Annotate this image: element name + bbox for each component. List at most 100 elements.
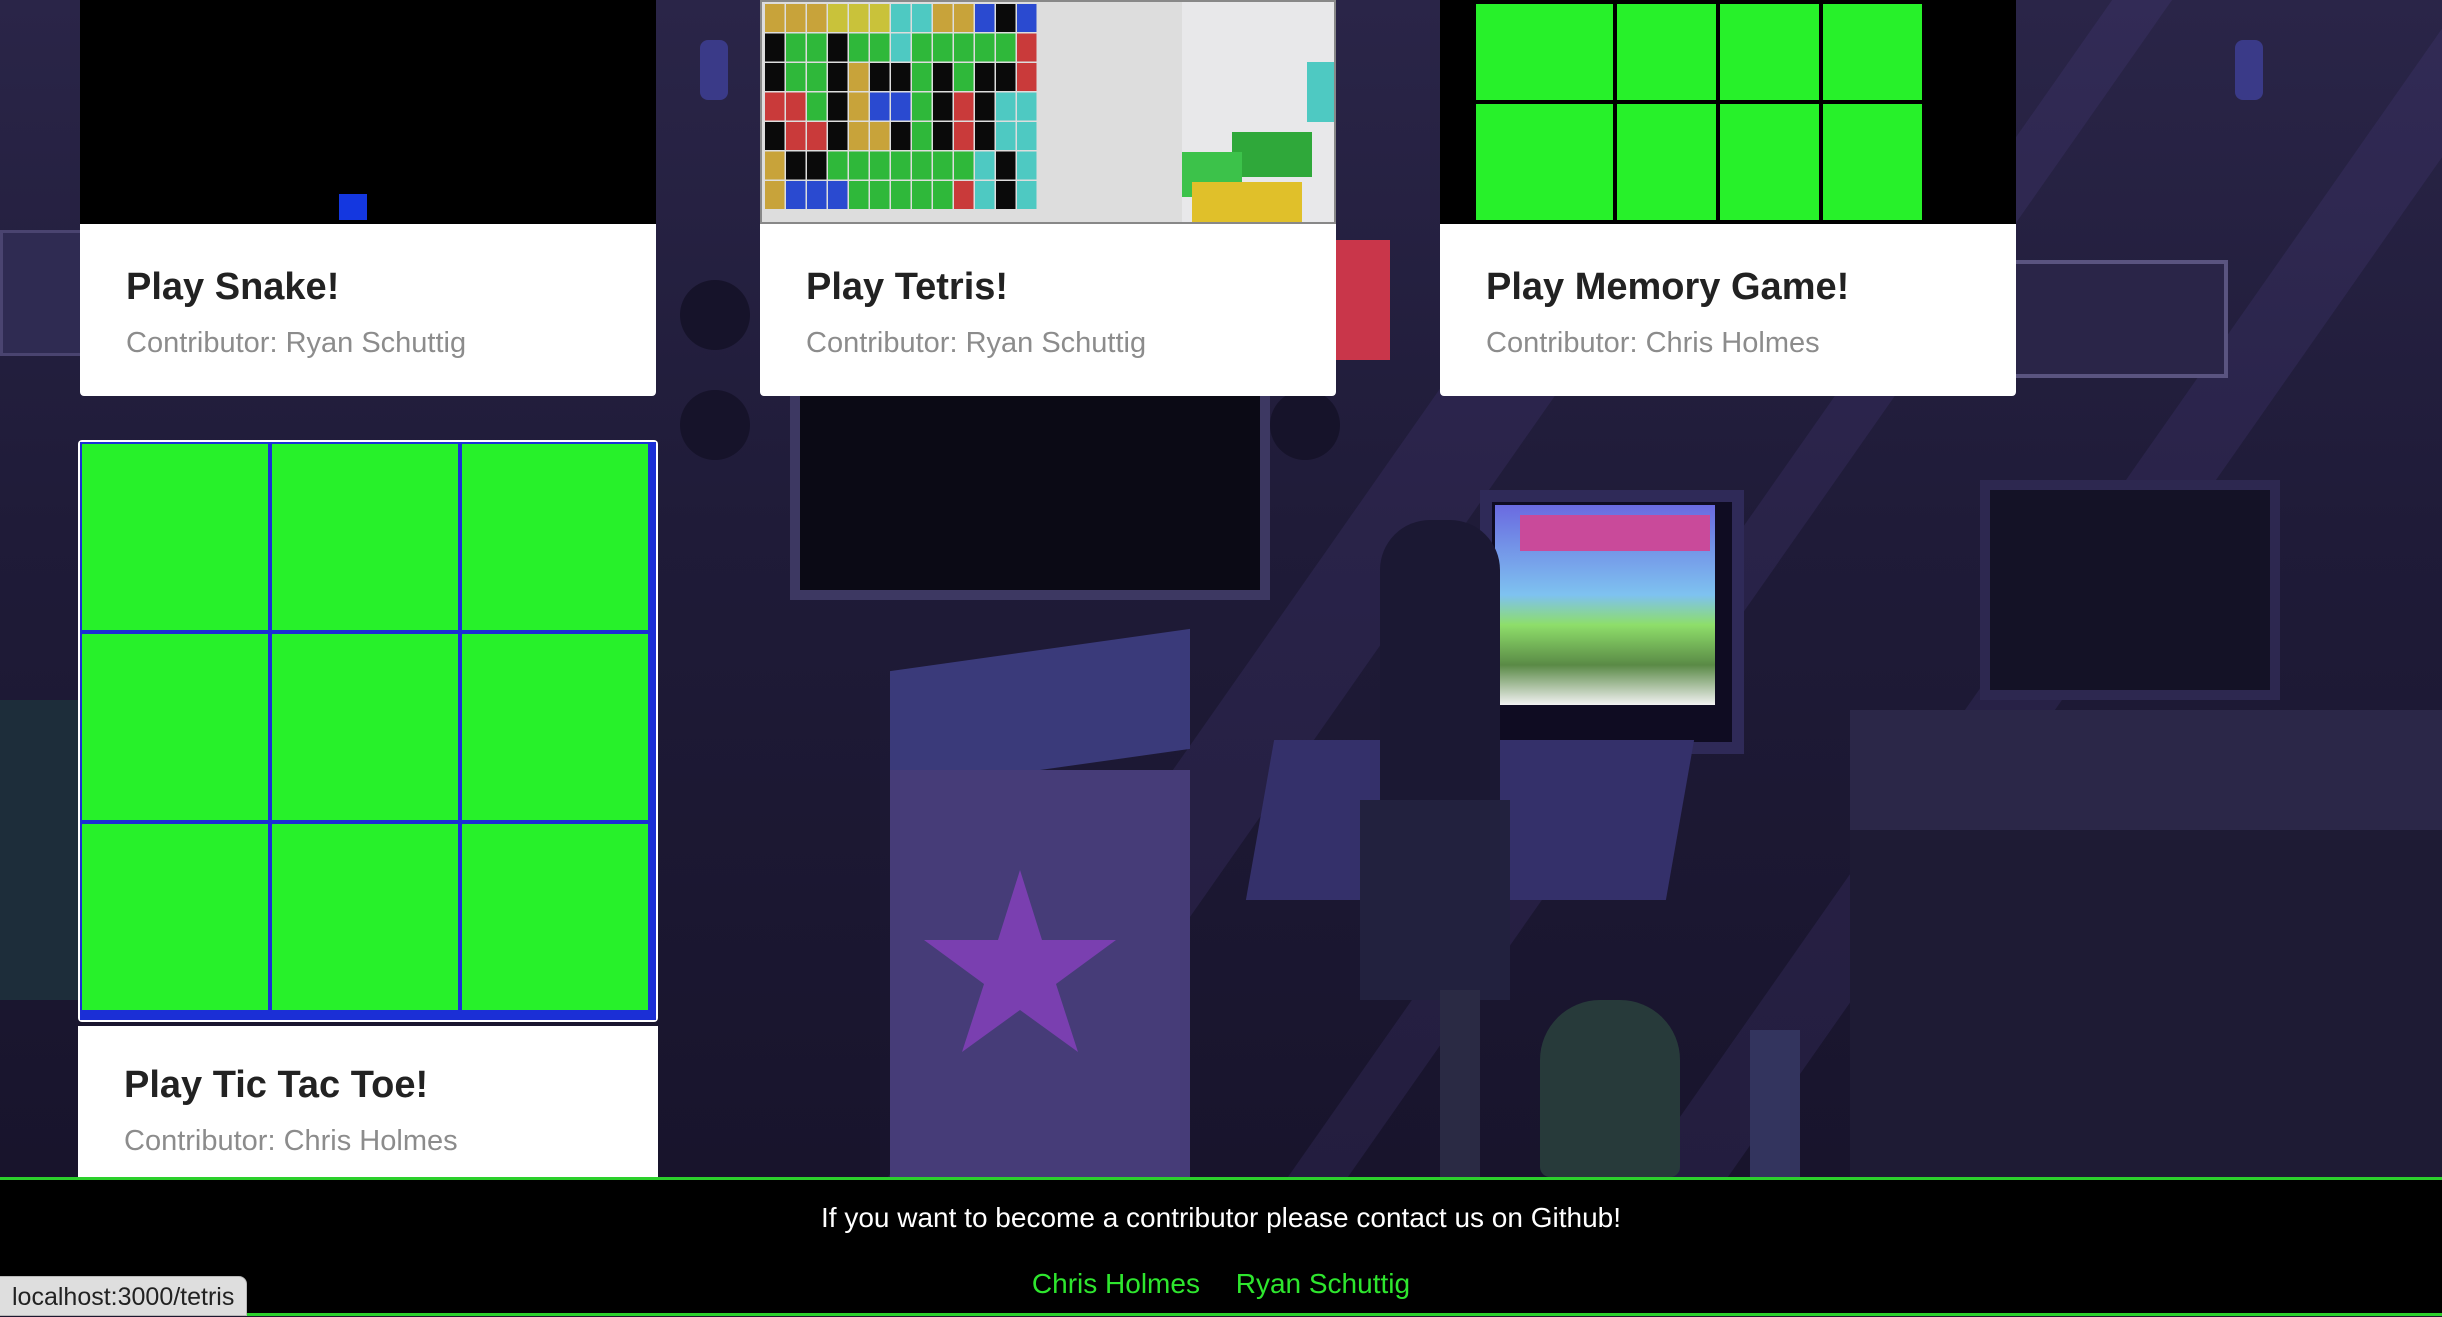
tetris-block [765, 4, 785, 32]
contributor-message: If you want to become a contributor plea… [820, 1202, 1622, 1233]
card-contributor: Contributor: Ryan Schuttig [806, 327, 1147, 359]
tetris-block [765, 33, 785, 62]
memory-grid [1476, 4, 1922, 220]
tictactoe-cell[interactable] [82, 824, 268, 1010]
memory-thumbnail [1440, 0, 2016, 224]
tictactoe-cell[interactable] [82, 444, 268, 630]
tictactoe-cell[interactable] [462, 444, 648, 630]
footer-link-chris-holmes[interactable]: Chris Holmes [1032, 1268, 1200, 1299]
tetris-block [849, 63, 869, 91]
tetris-block [870, 181, 890, 209]
tetris-block [954, 122, 974, 150]
tetris-block [849, 122, 869, 150]
tetris-block [933, 63, 953, 91]
link-preview-status: localhost:3000/tetris [0, 1276, 248, 1316]
tetris-block [912, 4, 932, 32]
tetris-block [933, 4, 953, 32]
tetris-block [891, 122, 911, 150]
tetris-block [933, 151, 953, 180]
tictactoe-cell[interactable] [82, 634, 268, 820]
tetris-block [996, 181, 1016, 209]
memory-game-card[interactable]: Play Memory Game! Contributor: Chris Hol… [1440, 0, 2016, 396]
footer-links: Chris Holmes Ryan Schuttig [0, 1268, 2442, 1300]
tetris-block [912, 92, 932, 121]
tetris-block [765, 92, 785, 121]
tetris-block [786, 151, 806, 180]
tetris-block [828, 33, 848, 62]
tetris-block [765, 63, 785, 91]
tetris-block [996, 92, 1016, 121]
tictactoe-cell[interactable] [272, 824, 458, 1010]
tetris-3d-block [1192, 182, 1302, 222]
card-contributor: Contributor: Chris Holmes [1486, 327, 1820, 359]
tetris-block [849, 181, 869, 209]
tetris-block [870, 92, 890, 121]
tetris-block [807, 4, 827, 32]
tetris-block [912, 33, 932, 62]
tetris-block [849, 151, 869, 180]
tetris-block [807, 122, 827, 150]
tetris-block [786, 63, 806, 91]
tictactoe-board [80, 442, 656, 1020]
tictactoe-cell[interactable] [462, 634, 648, 820]
tictactoe-thumbnail [78, 440, 658, 1022]
tetris-block [954, 181, 974, 209]
tetris-block [996, 33, 1016, 62]
tictactoe-cell[interactable] [462, 824, 648, 1010]
tetris-block [1017, 4, 1037, 32]
tetris-block [996, 63, 1016, 91]
tetris-block [933, 92, 953, 121]
footer-link-ryan-schuttig[interactable]: Ryan Schuttig [1236, 1268, 1410, 1299]
tetris-block [828, 122, 848, 150]
tetris-block [891, 151, 911, 180]
tetris-block [828, 151, 848, 180]
tetris-block [996, 151, 1016, 180]
card-contributor: Contributor: Chris Holmes [124, 1125, 458, 1157]
tetris-board-image [765, 2, 1334, 222]
card-contributor: Contributor: Ryan Schuttig [126, 327, 467, 359]
tetris-block [1017, 181, 1037, 209]
snake-segment [339, 194, 367, 220]
tetris-block [975, 4, 995, 32]
tictactoe-game-card[interactable]: Play Tic Tac Toe! Contributor: Chris Hol… [78, 440, 658, 1177]
tetris-block [807, 151, 827, 180]
snake-game-card[interactable]: Play Snake! Contributor: Ryan Schuttig [80, 0, 656, 396]
tetris-block [1017, 151, 1037, 180]
card-title: Play Tic Tac Toe! [124, 1064, 429, 1106]
tetris-block [1017, 33, 1037, 62]
tetris-block [786, 4, 806, 32]
tetris-block [849, 4, 869, 32]
tetris-block [765, 122, 785, 150]
tetris-block [828, 4, 848, 32]
tictactoe-cell[interactable] [272, 444, 458, 630]
tetris-block [891, 4, 911, 32]
tetris-block [1017, 92, 1037, 121]
tetris-block [828, 181, 848, 209]
tetris-block [870, 33, 890, 62]
tetris-block [954, 33, 974, 62]
snake-thumbnail [80, 0, 656, 224]
tetris-block [1017, 63, 1037, 91]
tetris-block [828, 92, 848, 121]
tetris-block [891, 92, 911, 121]
tetris-block [975, 92, 995, 121]
tetris-block [765, 181, 785, 209]
tetris-block [933, 181, 953, 209]
tetris-block [807, 92, 827, 121]
tetris-block [996, 122, 1016, 150]
tetris-block [786, 92, 806, 121]
tetris-game-card[interactable]: Play Tetris! Contributor: Ryan Schuttig [760, 0, 1336, 396]
card-title: Play Snake! [126, 266, 340, 308]
footer: If you want to become a contributor plea… [0, 1177, 2442, 1316]
tetris-block [849, 92, 869, 121]
tictactoe-cell[interactable] [272, 634, 458, 820]
tetris-block [828, 63, 848, 91]
tetris-block [870, 151, 890, 180]
tetris-block [786, 33, 806, 62]
tetris-3d-block [1307, 62, 1334, 122]
tetris-block [975, 122, 995, 150]
tetris-block [912, 122, 932, 150]
tetris-block [1017, 122, 1037, 150]
tetris-block [807, 181, 827, 209]
card-title: Play Memory Game! [1486, 266, 1850, 308]
